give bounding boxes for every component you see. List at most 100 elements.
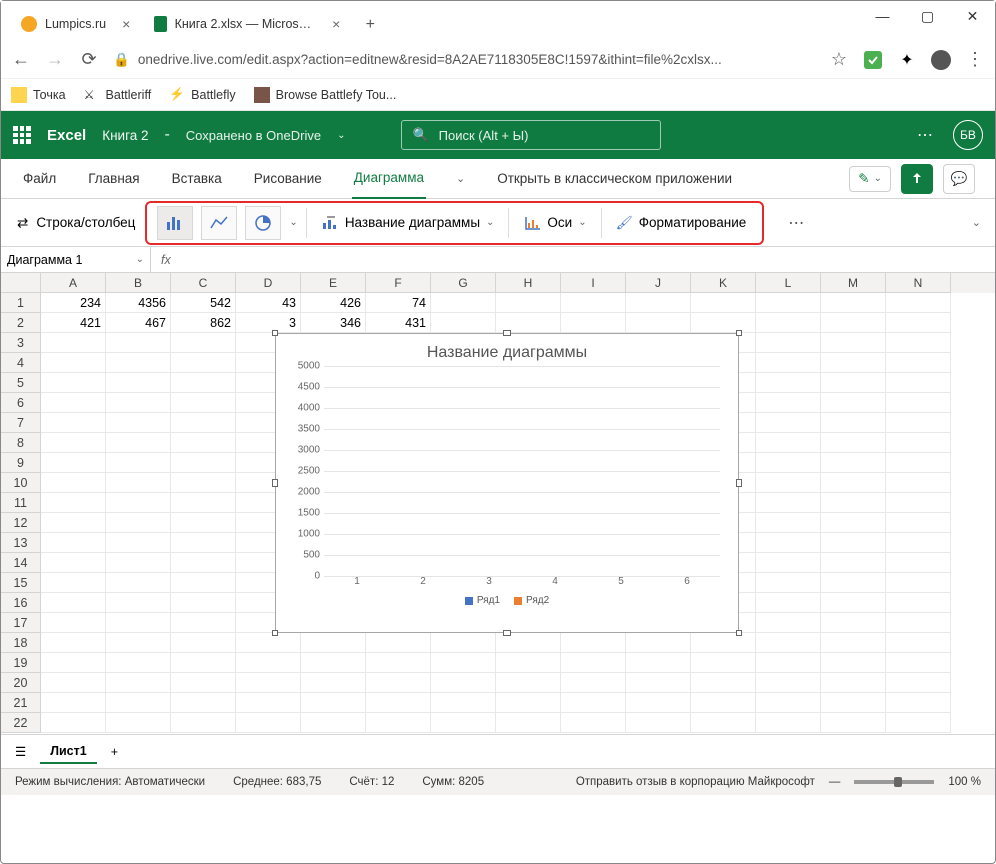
cell[interactable]	[561, 653, 626, 673]
column-header[interactable]: K	[691, 273, 756, 293]
cell[interactable]	[886, 453, 951, 473]
cell[interactable]: 862	[171, 313, 236, 333]
chart-title-button[interactable]: Название диаграммы ⌄	[315, 215, 501, 231]
row-header[interactable]: 16	[1, 593, 41, 613]
row-header[interactable]: 9	[1, 453, 41, 473]
cell[interactable]	[821, 673, 886, 693]
cell[interactable]	[561, 713, 626, 733]
cell[interactable]	[886, 573, 951, 593]
cell[interactable]	[886, 413, 951, 433]
cell[interactable]	[41, 433, 106, 453]
cell[interactable]	[431, 713, 496, 733]
cell[interactable]	[301, 633, 366, 653]
comments-button[interactable]: 💬	[943, 164, 975, 194]
cell[interactable]	[106, 353, 171, 373]
cell[interactable]	[886, 653, 951, 673]
cell[interactable]	[821, 493, 886, 513]
minimize-button[interactable]: —	[860, 1, 905, 31]
cell[interactable]	[171, 553, 236, 573]
cell[interactable]	[756, 353, 821, 373]
cell[interactable]	[106, 373, 171, 393]
feedback-link[interactable]: Отправить отзыв в корпорацию Майкрософт	[576, 776, 815, 788]
axes-button[interactable]: Оси ⌄	[517, 215, 592, 231]
search-input[interactable]: 🔍 Поиск (Alt + Ы)	[401, 120, 661, 150]
cell[interactable]	[561, 633, 626, 653]
menu-button[interactable]: ⋮	[965, 49, 985, 70]
cell[interactable]	[106, 573, 171, 593]
cell[interactable]	[756, 373, 821, 393]
cell[interactable]	[171, 593, 236, 613]
row-header[interactable]: 3	[1, 333, 41, 353]
cell[interactable]	[756, 293, 821, 313]
cell[interactable]	[756, 513, 821, 533]
cell[interactable]	[821, 353, 886, 373]
column-header[interactable]: B	[106, 273, 171, 293]
row-header[interactable]: 4	[1, 353, 41, 373]
cell[interactable]	[756, 333, 821, 353]
open-desktop-link[interactable]: Открыть в классическом приложении	[495, 159, 734, 199]
cell[interactable]	[171, 653, 236, 673]
url-field[interactable]: 🔒 onedrive.live.com/edit.aspx?action=edi…	[113, 52, 815, 68]
new-tab-button[interactable]: +	[356, 11, 384, 39]
cell[interactable]	[691, 313, 756, 333]
cell[interactable]	[171, 693, 236, 713]
cell[interactable]	[171, 633, 236, 653]
row-header[interactable]: 20	[1, 673, 41, 693]
cell[interactable]	[171, 533, 236, 553]
cell[interactable]: 346	[301, 313, 366, 333]
cell[interactable]	[41, 353, 106, 373]
tab-home[interactable]: Главная	[86, 159, 141, 199]
cell[interactable]	[106, 493, 171, 513]
zoom-slider[interactable]	[854, 780, 934, 784]
cell[interactable]	[886, 473, 951, 493]
avatar[interactable]: БВ	[953, 120, 983, 150]
row-header[interactable]: 11	[1, 493, 41, 513]
column-header[interactable]: L	[756, 273, 821, 293]
cell[interactable]	[41, 373, 106, 393]
cell[interactable]	[236, 673, 301, 693]
cell[interactable]	[106, 553, 171, 573]
cell[interactable]	[821, 713, 886, 733]
cell[interactable]	[106, 673, 171, 693]
column-header[interactable]: G	[431, 273, 496, 293]
zoom-out-button[interactable]: —	[829, 776, 841, 788]
cell[interactable]	[171, 513, 236, 533]
cell[interactable]	[886, 613, 951, 633]
chart-title[interactable]: Название диаграммы	[276, 334, 738, 366]
cell[interactable]: 431	[366, 313, 431, 333]
cell[interactable]	[41, 533, 106, 553]
cell[interactable]	[756, 593, 821, 613]
cell[interactable]	[431, 293, 496, 313]
cell[interactable]	[171, 333, 236, 353]
document-name[interactable]: Книга 2	[102, 128, 148, 143]
cell[interactable]	[756, 653, 821, 673]
spreadsheet-grid[interactable]: ABCDEFGHIJKLMN 1234435654243426742421467…	[1, 273, 995, 735]
cell[interactable]	[886, 693, 951, 713]
cell[interactable]	[886, 433, 951, 453]
bookmark-item[interactable]: Browse Battlefy Tou...	[254, 87, 397, 103]
cell[interactable]	[366, 713, 431, 733]
cell[interactable]	[106, 633, 171, 653]
chevron-down-icon[interactable]: ⌄	[454, 159, 467, 199]
cell[interactable]	[171, 473, 236, 493]
cell[interactable]: 467	[106, 313, 171, 333]
line-chart-button[interactable]	[201, 206, 237, 240]
fx-label[interactable]: fx	[151, 253, 181, 267]
row-header[interactable]: 22	[1, 713, 41, 733]
cell[interactable]	[366, 653, 431, 673]
row-header[interactable]: 14	[1, 553, 41, 573]
row-header[interactable]: 8	[1, 433, 41, 453]
cell[interactable]	[496, 713, 561, 733]
maximize-button[interactable]: ▢	[905, 1, 950, 31]
cell[interactable]	[431, 653, 496, 673]
save-status[interactable]: Сохранено в OneDrive	[186, 128, 321, 143]
cell[interactable]	[821, 333, 886, 353]
cell[interactable]	[106, 453, 171, 473]
cell[interactable]	[41, 473, 106, 493]
cell[interactable]	[431, 693, 496, 713]
cell[interactable]	[756, 713, 821, 733]
cell[interactable]	[821, 373, 886, 393]
cell[interactable]	[886, 553, 951, 573]
cell[interactable]: 4356	[106, 293, 171, 313]
cell[interactable]	[691, 693, 756, 713]
